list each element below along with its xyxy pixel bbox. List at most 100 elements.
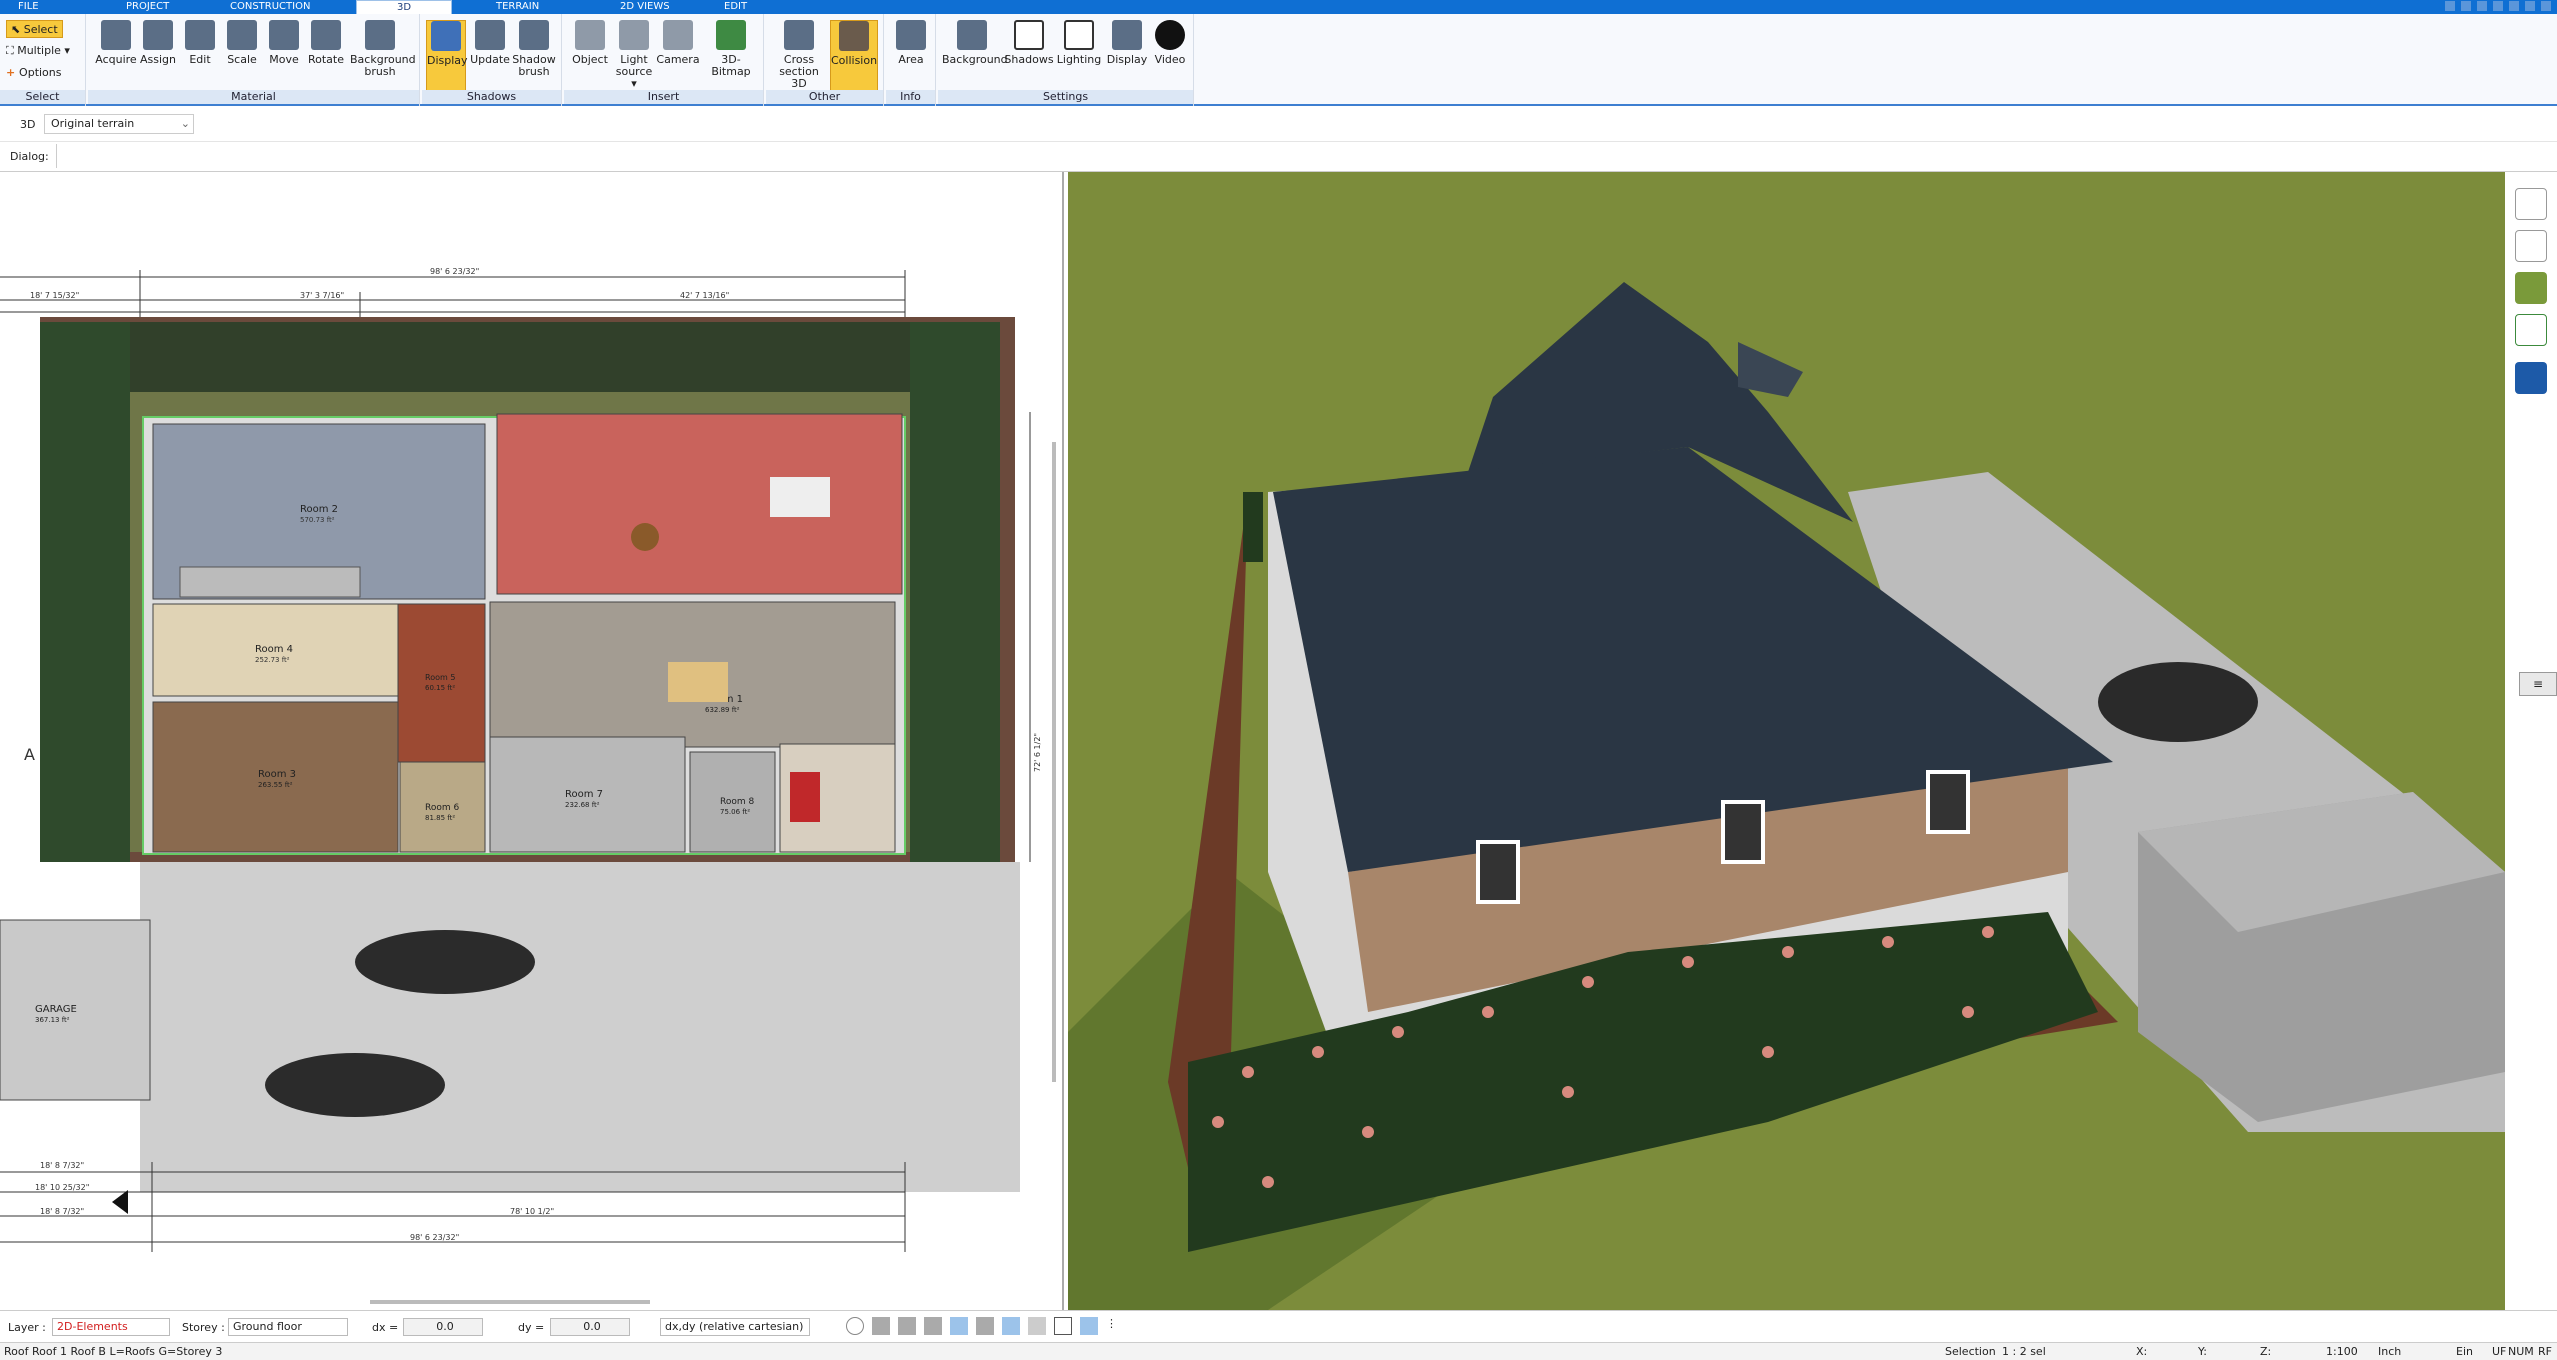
coord-mode-dropdown[interactable]: dx,dy (relative cartesian)	[660, 1318, 810, 1336]
chair-icon[interactable]	[2515, 230, 2547, 262]
lighting-settings-button[interactable]: Lighting	[1054, 20, 1104, 66]
multiple-icon: ⛶	[6, 44, 18, 57]
area-button[interactable]: Area	[889, 20, 933, 66]
section-marker[interactable]: A	[24, 745, 35, 764]
materials-icon[interactable]	[2515, 272, 2547, 304]
more-options-icon[interactable]: ⋮	[1106, 1317, 1117, 1335]
ribbon-group-info: Area Info	[886, 14, 936, 106]
terrace[interactable]	[496, 413, 903, 595]
storey-dropdown[interactable]: Ground floor	[228, 1318, 348, 1336]
tab-construction[interactable]: CONSTRUCTION	[230, 0, 310, 14]
car-top[interactable]	[355, 930, 535, 994]
floor-plan-view[interactable]: 98' 6 23/32" 18' 7 15/32" 37' 3 7/16" 42…	[0, 172, 1064, 1310]
teamviewer-icon[interactable]	[2515, 362, 2547, 394]
insert-object-button[interactable]: Object	[568, 20, 612, 66]
divider	[56, 144, 57, 168]
plan-horizontal-scrollbar[interactable]	[370, 1300, 650, 1304]
layers-icon[interactable]	[2515, 188, 2547, 220]
hedge-right	[910, 322, 1000, 862]
tab-project[interactable]: PROJECT	[126, 0, 169, 14]
tab-file[interactable]: FILE	[18, 0, 39, 14]
background-brush-button[interactable]: Background brush	[350, 20, 416, 78]
ribbon-empty-area	[1195, 14, 2557, 106]
snap-icon[interactable]	[898, 1317, 916, 1335]
layer-value: 2D-Elements	[57, 1320, 128, 1333]
camera-button[interactable]: Camera	[656, 20, 700, 66]
cross-section-button[interactable]: Cross section 3D	[770, 20, 828, 90]
dx-input[interactable]: 0.0	[403, 1318, 483, 1336]
car-bottom[interactable]	[265, 1053, 445, 1117]
select-button[interactable]: ⬉ Select	[6, 20, 63, 38]
shadow-brush-button[interactable]: Shadow brush	[512, 20, 556, 78]
window	[1476, 840, 1520, 904]
3d-bitmap-button[interactable]: 3D-Bitmap	[702, 20, 760, 78]
snap-icon[interactable]	[976, 1317, 994, 1335]
north-arrow-icon	[112, 1190, 128, 1214]
room-5[interactable]	[397, 603, 486, 763]
window	[1721, 800, 1765, 864]
collision-button[interactable]: Collision	[830, 20, 878, 92]
plan-vertical-scrollbar[interactable]	[1052, 442, 1056, 1082]
clock-icon[interactable]	[846, 1317, 864, 1335]
move-button[interactable]: Move	[262, 20, 306, 66]
snap-icon[interactable]	[950, 1317, 968, 1335]
grid-icon[interactable]	[1054, 1317, 1072, 1335]
dy-input[interactable]: 0.0	[550, 1318, 630, 1336]
collapse-panel-button[interactable]: ≡	[2519, 672, 2557, 696]
ortho-icon[interactable]	[1080, 1317, 1098, 1335]
dim-bottom-1: 18' 8 7/32"	[40, 1161, 84, 1170]
selection-label: Selection	[1945, 1345, 1996, 1358]
cursor-icon: ⬉	[11, 23, 24, 36]
update-shadows-button[interactable]: Update	[468, 20, 512, 66]
edit-material-button[interactable]: Edit	[178, 20, 222, 66]
tree-icon[interactable]	[2515, 314, 2547, 346]
3d-scene[interactable]	[1068, 172, 2505, 1310]
video-button[interactable]: Video	[1150, 20, 1190, 66]
scale-button[interactable]: Scale	[220, 20, 264, 66]
dining-table	[668, 662, 728, 702]
floor-plan-canvas[interactable]: 98' 6 23/32" 18' 7 15/32" 37' 3 7/16" 42…	[0, 172, 1064, 1310]
snap-icon[interactable]	[1002, 1317, 1020, 1335]
room-5-name: Room 5	[425, 673, 455, 682]
display-settings-button[interactable]: Display	[1104, 20, 1150, 66]
room-2-name: Room 2	[300, 504, 338, 515]
dx-label: dx =	[372, 1321, 399, 1334]
group-label-other: Other	[766, 90, 883, 104]
help-icon[interactable]	[2445, 1, 2455, 11]
options-button[interactable]: + Options	[6, 64, 62, 82]
tab-edit[interactable]: EDIT	[724, 0, 747, 14]
display-shadows-button[interactable]: Display	[426, 20, 468, 92]
terrain-dropdown[interactable]: Original terrain ⌄	[44, 114, 194, 134]
chevron-down-icon: ⌄	[180, 117, 190, 130]
view-mode-label: 3D	[20, 118, 36, 131]
minimize-icon[interactable]	[2509, 1, 2519, 11]
pin-icon[interactable]	[2477, 1, 2487, 11]
ribbon-group-select: ⬉ Select ⛶ Multiple ▾ + Options Select	[0, 14, 86, 106]
snap-icon[interactable]	[924, 1317, 942, 1335]
background-settings-button[interactable]: Background	[942, 20, 1008, 66]
layer-dropdown[interactable]: 2D-Elements	[52, 1318, 170, 1336]
shadows-settings-button[interactable]: Shadows	[1004, 20, 1054, 66]
cube-icon	[431, 21, 461, 51]
3d-view[interactable]	[1068, 172, 2505, 1310]
ein-indicator: Ein	[2456, 1345, 2473, 1358]
acquire-button[interactable]: Acquire	[94, 20, 138, 66]
multiple-button[interactable]: ⛶ Multiple ▾	[6, 42, 70, 60]
snap-icon[interactable]	[1028, 1317, 1046, 1335]
tab-3d[interactable]: 3D	[356, 0, 452, 14]
assign-button[interactable]: Assign	[136, 20, 180, 66]
rotate-button[interactable]: Rotate	[304, 20, 348, 66]
maximize-icon[interactable]	[2525, 1, 2535, 11]
driveway	[140, 862, 1020, 1192]
info-icon[interactable]	[2493, 1, 2503, 11]
area-icon	[896, 20, 926, 50]
light-source-button[interactable]: Light source ▾	[612, 20, 656, 90]
bottom-info-bar: Roof Roof 1 Roof B L=Roofs G=Storey 3 Se…	[0, 1342, 2557, 1360]
tab-2d-views[interactable]: 2D VIEWS	[620, 0, 670, 14]
unit-indicator: Inch	[2378, 1345, 2402, 1358]
close-icon[interactable]	[2541, 1, 2551, 11]
car-3d[interactable]	[2098, 662, 2258, 742]
restore-icon[interactable]	[2461, 1, 2471, 11]
tab-terrain[interactable]: TERRAIN	[496, 0, 539, 14]
snap-icon[interactable]	[872, 1317, 890, 1335]
